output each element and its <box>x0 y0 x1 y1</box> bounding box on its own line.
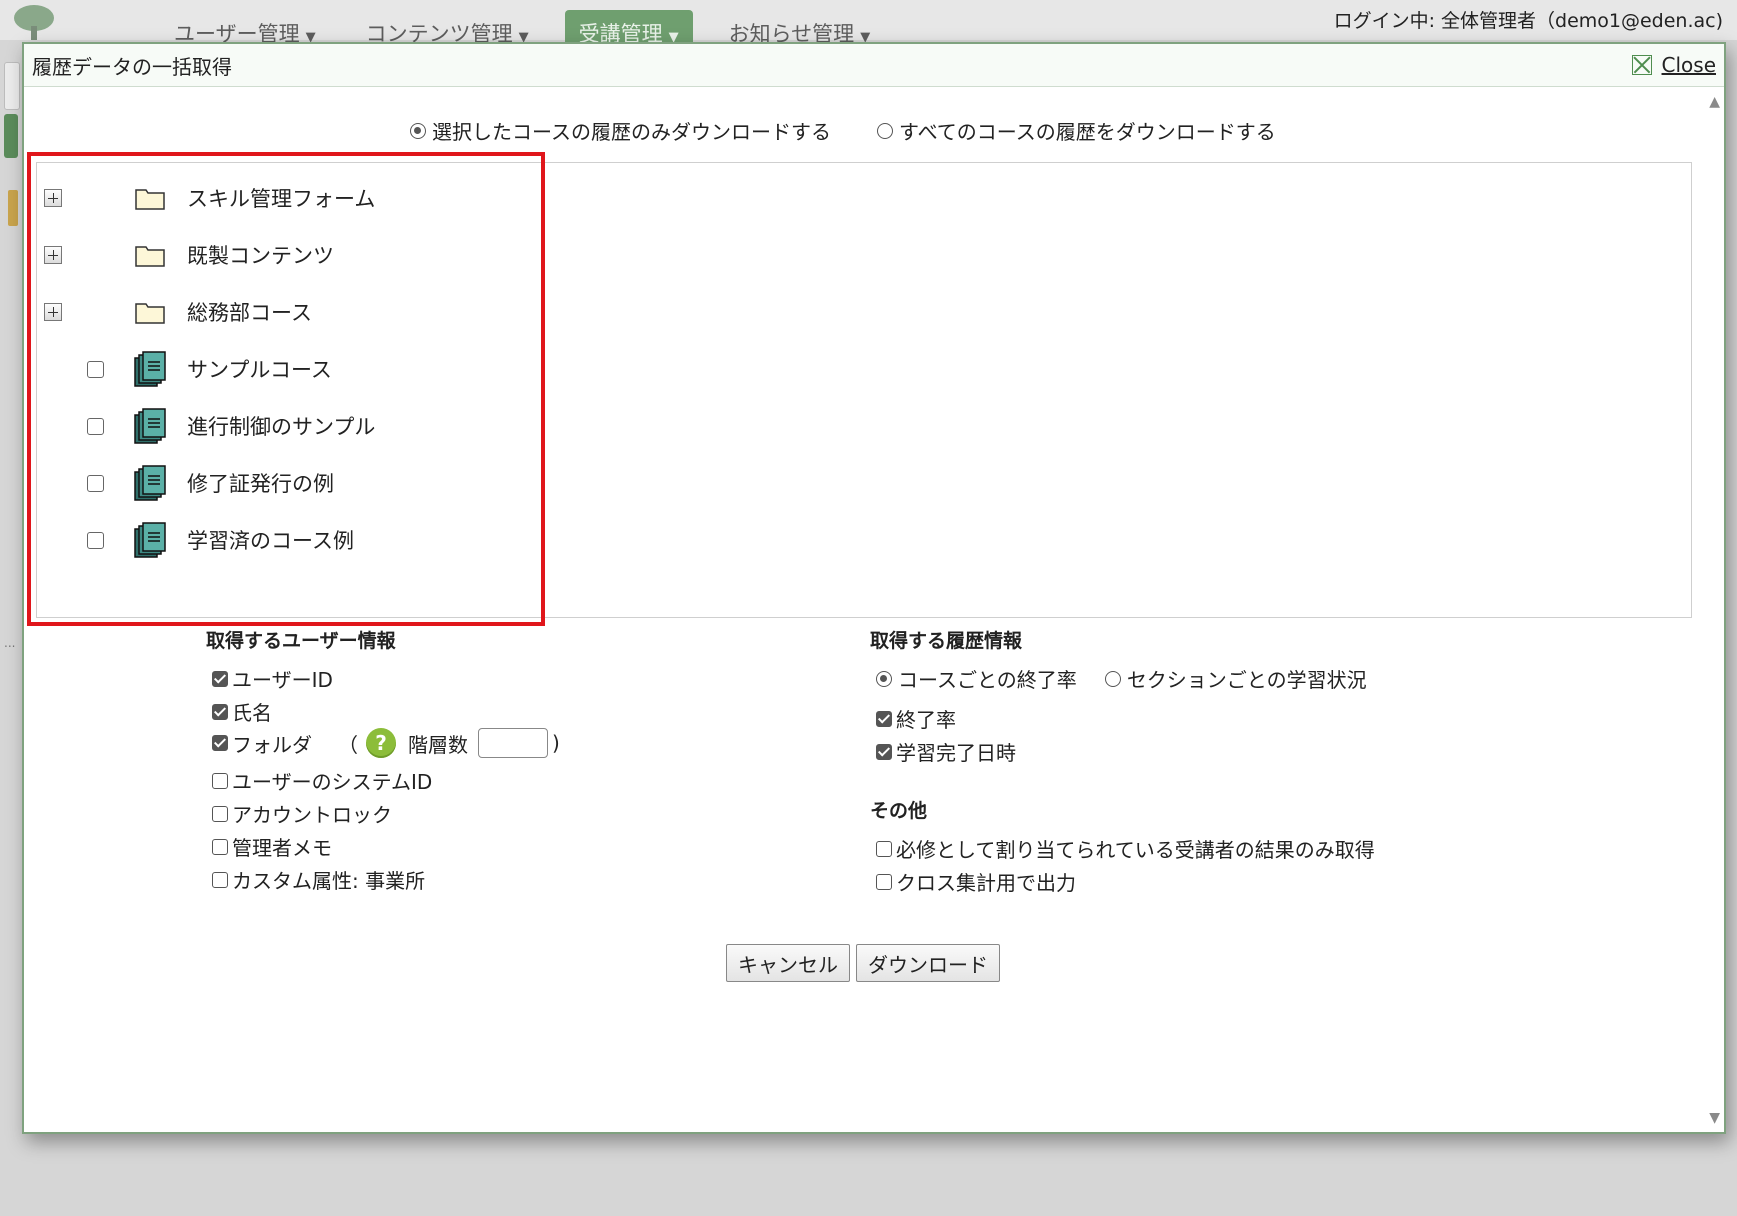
nav-user-management[interactable]: ユーザー管理 ▼ <box>160 10 330 42</box>
expand-icon[interactable] <box>44 189 62 207</box>
user-id-checkbox[interactable] <box>212 670 228 687</box>
option-required-only[interactable]: 必修として割り当てられている受講者の結果のみ取得 <box>876 834 1375 863</box>
chevron-down-icon: ▼ <box>860 30 871 42</box>
expand-icon[interactable] <box>44 246 62 264</box>
chevron-down-icon: ▼ <box>668 30 679 42</box>
dialog-titlebar: 履歴データの一括取得 Close <box>24 44 1724 87</box>
close-label[interactable]: Close <box>1662 53 1716 77</box>
bg-sidebar-tab <box>4 114 18 158</box>
option-completion-rate[interactable]: 終了率 <box>876 704 956 733</box>
chevron-down-icon: ▼ <box>518 30 529 42</box>
download-button[interactable]: ダウンロード <box>856 944 1000 982</box>
login-status: ログイン中: 全体管理者（demo1@eden.ac) <box>1333 10 1723 32</box>
history-mode-radio-group: コースごとの終了率 セクションごとの学習状況 <box>876 664 1367 693</box>
option-name[interactable]: 氏名 <box>212 697 272 726</box>
mode-per-course-radio[interactable] <box>876 670 892 687</box>
tree-folder-label[interactable]: 総務部コース <box>187 297 312 327</box>
option-system-id[interactable]: ユーザーのシステムID <box>212 766 432 795</box>
dialog-title: 履歴データの一括取得 <box>32 54 232 79</box>
nav-enrollment-management[interactable]: 受講管理 ▼ <box>564 10 693 42</box>
completion-rate-checkbox[interactable] <box>876 710 892 727</box>
cancel-button[interactable]: キャンセル <box>726 944 850 982</box>
course-checkbox[interactable] <box>87 474 104 492</box>
completion-datetime-checkbox[interactable] <box>876 743 892 760</box>
tree-course-label[interactable]: 修了証発行の例 <box>187 468 334 498</box>
mode-per-section-option[interactable]: セクションごとの学習状況 <box>1104 664 1367 693</box>
chevron-down-icon: ▼ <box>305 30 316 42</box>
tree-course-label[interactable]: 学習済のコース例 <box>187 525 354 555</box>
course-checkbox[interactable] <box>87 531 104 549</box>
tree-folder-label[interactable]: 既製コンテンツ <box>187 240 334 270</box>
system-id-checkbox[interactable] <box>212 772 228 789</box>
bg-sidebar-tab <box>4 62 20 110</box>
mode-per-course-option[interactable]: コースごとの終了率 <box>876 664 1077 693</box>
tree-folder-label[interactable]: スキル管理フォーム <box>187 183 375 213</box>
scroll-down-arrow[interactable]: ▼ <box>1709 1110 1720 1126</box>
course-checkbox[interactable] <box>87 417 104 435</box>
course-book-icon <box>134 465 166 501</box>
close-icon <box>1631 55 1652 75</box>
custom-attr-checkbox[interactable] <box>212 871 228 888</box>
folder-icon <box>135 303 165 324</box>
scope-all-option[interactable]: すべてのコースの履歴をダウンロードする <box>877 116 1276 145</box>
name-checkbox[interactable] <box>212 703 228 720</box>
option-completion-datetime[interactable]: 学習完了日時 <box>876 737 1016 766</box>
option-custom-attr[interactable]: カスタム属性: 事業所 <box>212 865 425 894</box>
nav-announcement-management[interactable]: お知らせ管理 ▼ <box>715 10 885 42</box>
history-download-dialog: 履歴データの一括取得 Close ▲ ▼ 選択したコースの履歴のみダウンロードす… <box>22 42 1726 1134</box>
admin-memo-checkbox[interactable] <box>212 838 228 855</box>
scope-all-radio[interactable] <box>877 122 893 139</box>
tree-course-label[interactable]: 進行制御のサンプル <box>187 411 375 441</box>
mode-per-section-radio[interactable] <box>1104 670 1121 687</box>
option-account-lock[interactable]: アカウントロック <box>212 799 392 828</box>
expand-icon[interactable] <box>44 303 62 321</box>
bg-folder-icon <box>8 190 18 226</box>
folder-icon <box>135 189 165 210</box>
scope-radio-group: 選択したコースの履歴のみダウンロードする すべてのコースの履歴をダウンロードする <box>410 116 1276 145</box>
course-checkbox[interactable] <box>87 360 104 378</box>
scroll-up-arrow[interactable]: ▲ <box>1709 94 1720 110</box>
folder-checkbox[interactable] <box>212 735 228 751</box>
course-book-icon <box>134 408 166 444</box>
option-folder: フォルダ （ ? 階層数 ) <box>212 728 560 758</box>
scope-selected-option[interactable]: 選択したコースの履歴のみダウンロードする <box>410 116 831 145</box>
main-nav: ユーザー管理 ▼ コンテンツ管理 ▼ 受講管理 ▼ お知らせ管理 ▼ <box>160 10 884 42</box>
depth-input[interactable] <box>478 728 548 758</box>
course-book-icon <box>134 522 166 558</box>
app-header: ユーザー管理 ▼ コンテンツ管理 ▼ 受講管理 ▼ お知らせ管理 ▼ ログイン中: 全体… <box>0 0 1737 42</box>
option-user-id[interactable]: ユーザーID <box>212 664 333 693</box>
account-lock-checkbox[interactable] <box>212 805 228 822</box>
option-admin-memo[interactable]: 管理者メモ <box>212 832 332 861</box>
nav-content-management[interactable]: コンテンツ管理 ▼ <box>352 10 543 42</box>
other-title: その他 <box>870 800 928 822</box>
folder-icon <box>135 246 165 267</box>
user-info-title: 取得するユーザー情報 <box>206 630 396 652</box>
close-button[interactable]: Close <box>1631 53 1716 77</box>
tree-logo-icon <box>14 5 54 40</box>
required-only-checkbox[interactable] <box>876 840 892 857</box>
course-tree: スキル管理フォーム 既製コンテンツ 総務部コース サンプルコース 進行制御のサン… <box>36 162 1692 618</box>
course-book-icon <box>134 351 166 387</box>
option-crosstab[interactable]: クロス集計用で出力 <box>876 867 1076 896</box>
help-icon[interactable]: ? <box>366 728 396 758</box>
bg-ellipsis: ... <box>4 636 16 650</box>
scope-selected-radio[interactable] <box>410 122 426 139</box>
history-info-title: 取得する履歴情報 <box>870 630 1023 652</box>
crosstab-checkbox[interactable] <box>876 873 892 890</box>
tree-course-label[interactable]: サンプルコース <box>187 354 332 384</box>
